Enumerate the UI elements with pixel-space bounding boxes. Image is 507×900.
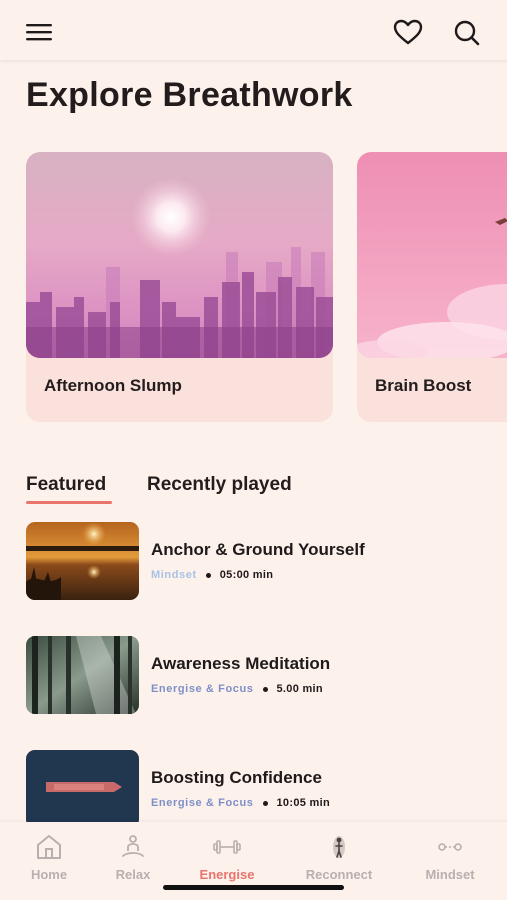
- session-thumbnail: [26, 522, 139, 600]
- session-thumbnail: [26, 750, 139, 828]
- mindset-icon: [438, 843, 462, 851]
- heart-icon: [393, 19, 423, 45]
- top-app-bar: [0, 0, 507, 60]
- separator-dot: [262, 686, 268, 692]
- session-title: Boosting Confidence: [151, 768, 322, 787]
- card-title: Afternoon Slump: [44, 376, 182, 395]
- meditation-icon: [122, 835, 144, 857]
- nav-label: Energise: [199, 867, 255, 882]
- body-figure-icon: [333, 836, 345, 858]
- nav-home[interactable]: Home: [4, 832, 94, 882]
- session-duration: 5.00 min: [276, 683, 323, 695]
- separator-dot: [205, 572, 211, 578]
- dumbbell-icon: [213, 840, 241, 854]
- session-title: Awareness Meditation: [151, 654, 331, 673]
- nav-label: Relax: [115, 867, 151, 882]
- nav-label: Home: [30, 867, 68, 882]
- active-tab-indicator: [26, 501, 112, 504]
- tab-featured[interactable]: Featured: [26, 474, 106, 496]
- list-item[interactable]: Anchor & Ground Yourself Mindset 05:00 m…: [26, 522, 496, 602]
- session-category: Energise & Focus: [151, 683, 254, 695]
- nav-label: Mindset: [425, 867, 475, 882]
- list-item[interactable]: Awareness Meditation Energise & Focus 5.…: [26, 636, 496, 716]
- card-image-city-skyline: [26, 152, 333, 358]
- nav-energise[interactable]: Energise: [182, 832, 272, 882]
- session-title: Anchor & Ground Yourself: [151, 540, 365, 559]
- search-icon: [454, 20, 480, 46]
- menu-button[interactable]: [24, 18, 54, 46]
- home-icon: [37, 835, 61, 859]
- favorites-button[interactable]: [392, 17, 424, 47]
- nav-label: Reconnect: [305, 867, 373, 882]
- carousel-card-afternoon-slump[interactable]: Afternoon Slump: [26, 152, 333, 422]
- session-duration: 05:00 min: [219, 569, 274, 581]
- card-image-pink-sky: [357, 152, 507, 358]
- session-meta: Mindset 05:00 min: [151, 569, 273, 581]
- card-title: Brain Boost: [375, 376, 472, 395]
- nav-reconnect[interactable]: Reconnect: [294, 832, 384, 882]
- tab-recently-played[interactable]: Recently played: [147, 474, 292, 496]
- page-title: Explore Breathwork: [26, 76, 353, 114]
- session-thumbnail: [26, 636, 139, 714]
- session-meta: Energise & Focus 10:05 min: [151, 797, 330, 809]
- session-meta: Energise & Focus 5.00 min: [151, 683, 323, 695]
- list-item[interactable]: Boosting Confidence Energise & Focus 10:…: [26, 750, 496, 830]
- separator-dot: [262, 800, 268, 806]
- search-button[interactable]: [452, 18, 482, 48]
- session-duration: 10:05 min: [276, 797, 330, 809]
- home-indicator[interactable]: [163, 885, 344, 890]
- session-category: Energise & Focus: [151, 797, 254, 809]
- session-category: Mindset: [151, 569, 197, 581]
- carousel-card-brain-boost[interactable]: Brain Boost: [357, 152, 507, 422]
- nav-relax[interactable]: Relax: [88, 832, 178, 882]
- hamburger-menu-icon: [26, 24, 52, 41]
- nav-mindset[interactable]: Mindset: [405, 832, 495, 882]
